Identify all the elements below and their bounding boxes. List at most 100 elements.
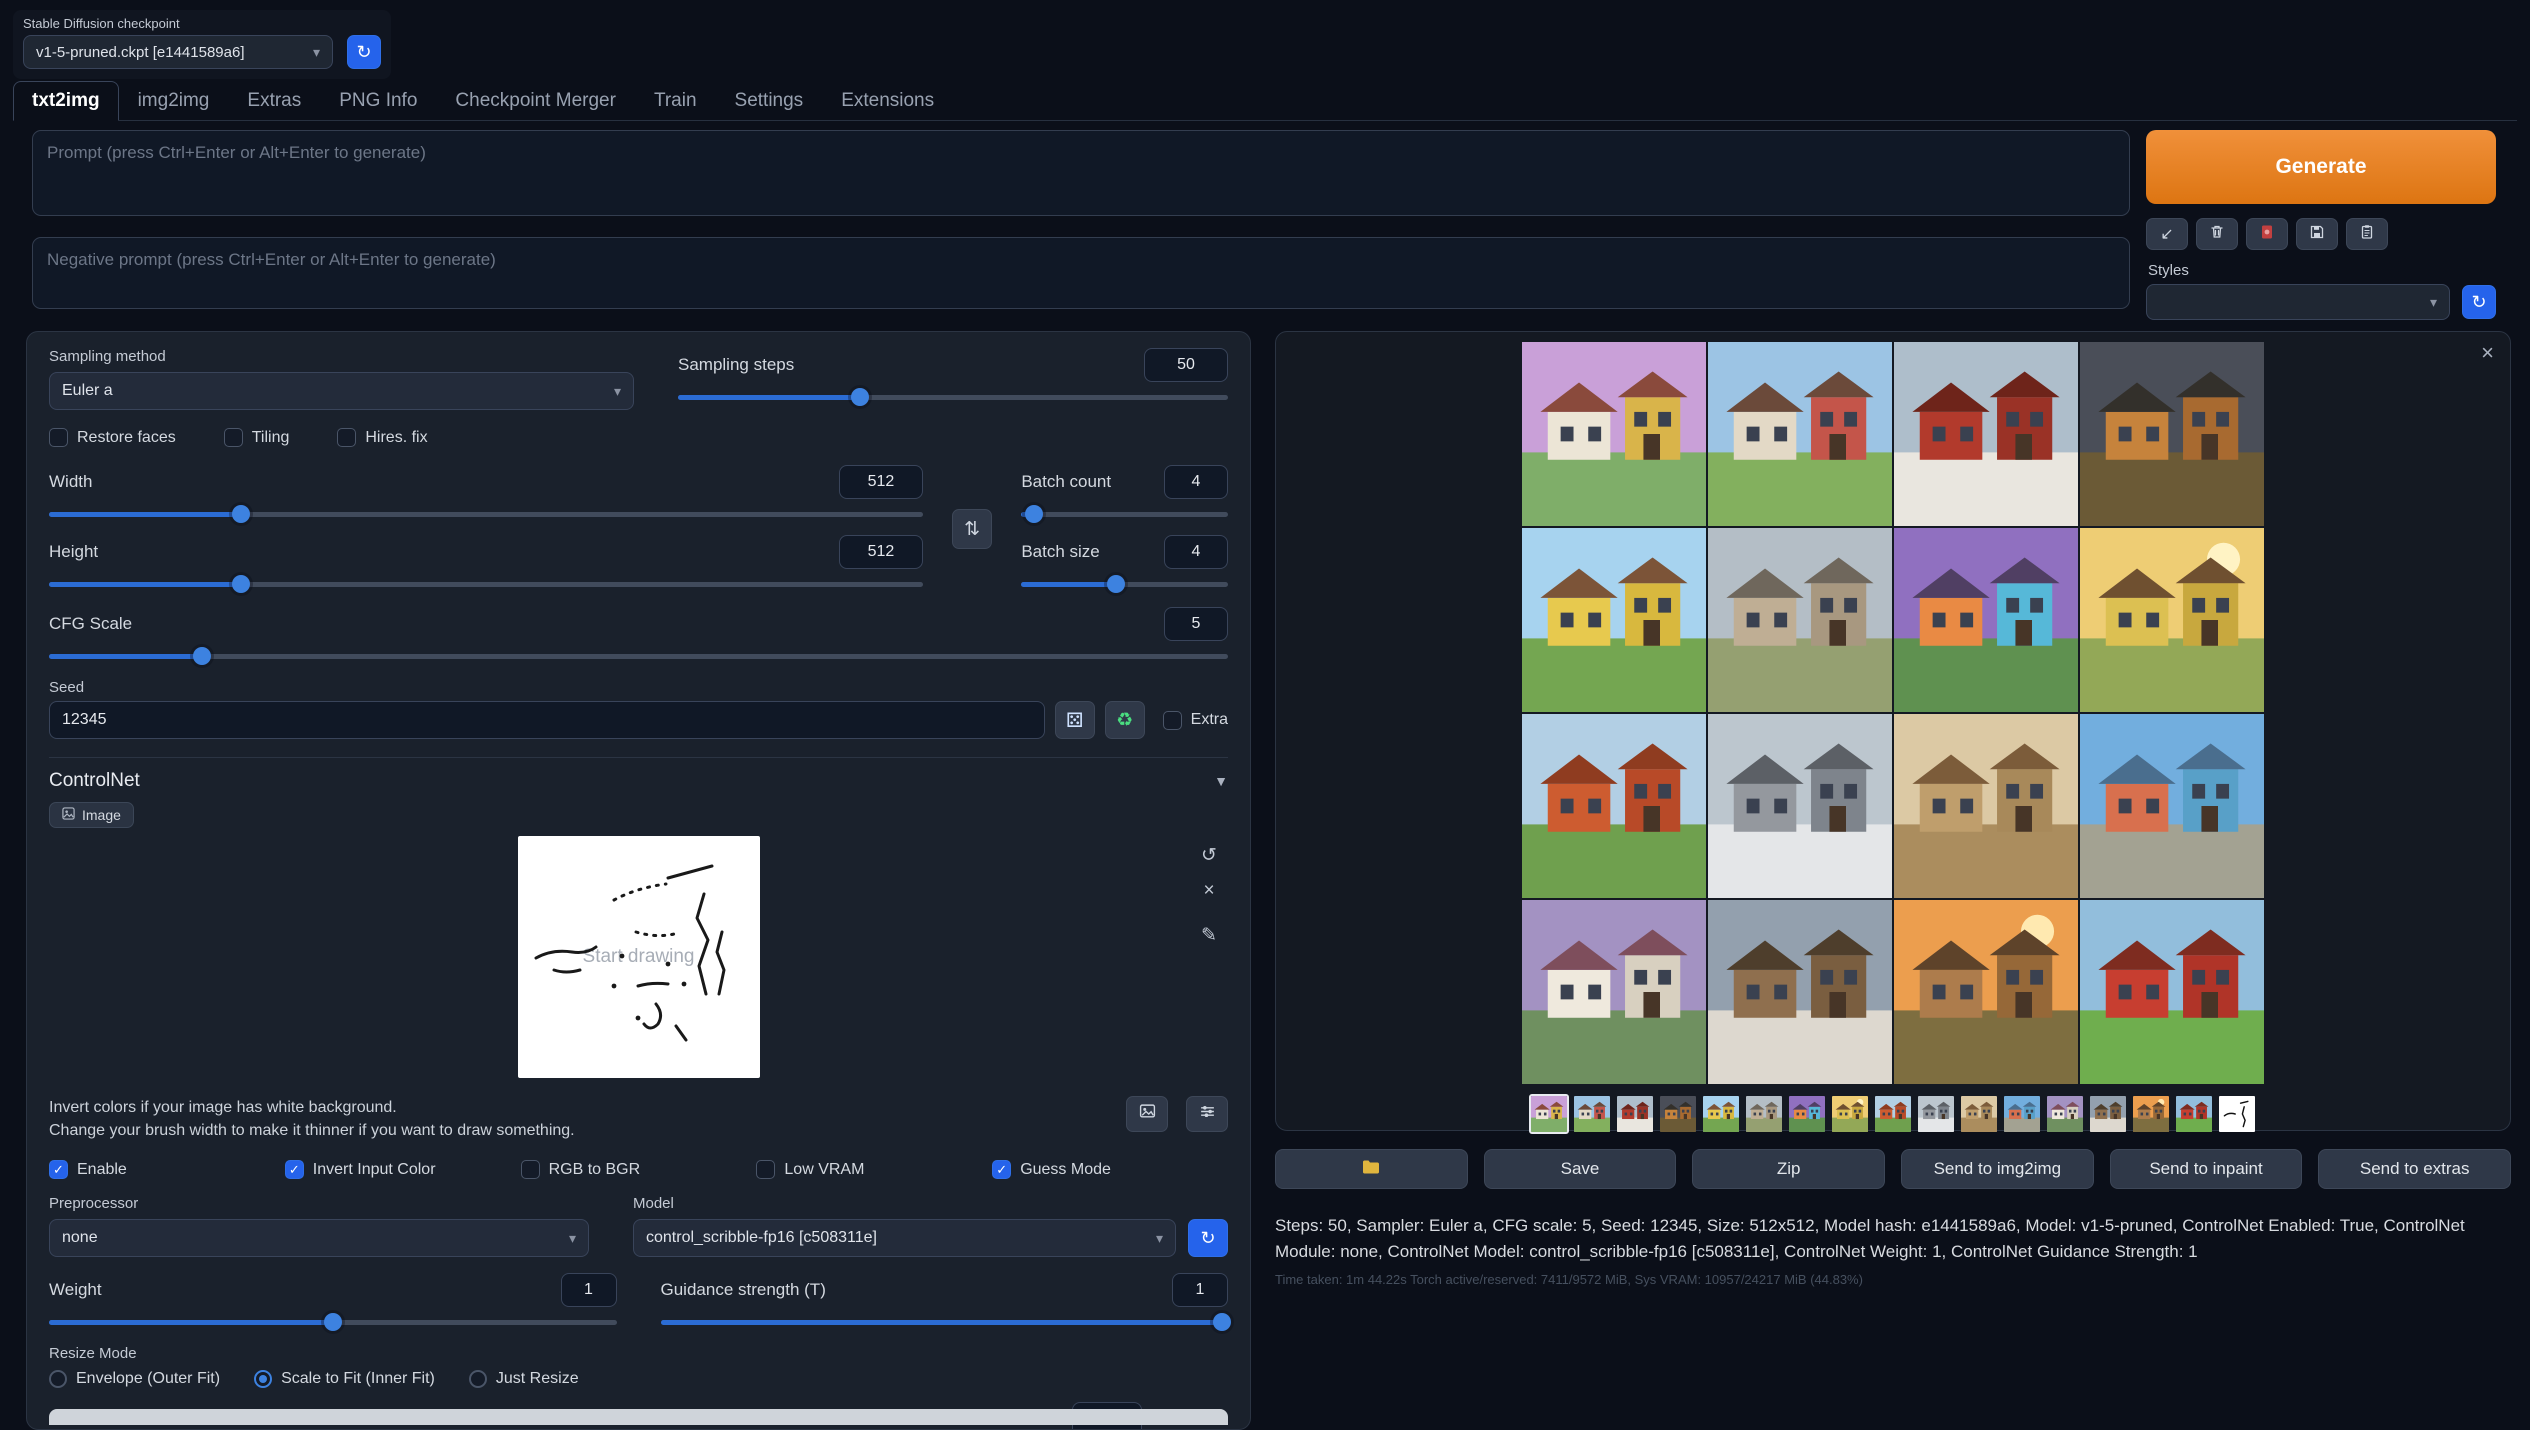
tab-img2img[interactable]: img2img [119,81,229,121]
swap-width-height-button[interactable]: ⇅ [952,509,992,549]
checkbox-restore-faces[interactable]: Restore faces [49,428,176,447]
gallery-image[interactable] [2080,528,2264,712]
checkbox-tiling[interactable]: Tiling [224,428,290,447]
weight-slider[interactable] [49,1313,617,1331]
close-gallery-button[interactable]: × [2481,340,2494,366]
guidance-strength-slider[interactable] [661,1313,1229,1331]
slider-handle[interactable] [1025,505,1043,523]
controlnet-model-dropdown[interactable]: control_scribble-fp16 [c508311e] ▾ [633,1219,1176,1257]
height-value[interactable] [839,535,923,569]
gallery-thumbnail[interactable] [1959,1094,1999,1134]
open-folder-button[interactable] [1275,1149,1468,1189]
drawing-canvas[interactable]: Start drawing [518,836,760,1078]
gallery-thumbnail-scribble[interactable] [2217,1094,2257,1134]
prompt-input[interactable] [32,130,2130,216]
gallery-thumbnail[interactable] [2131,1094,2171,1134]
random-seed-button[interactable]: ⚄ [1055,701,1095,739]
gallery-thumbnail[interactable] [1787,1094,1827,1134]
slider-handle[interactable] [1107,575,1125,593]
radio-scale-to-fit-inner-fit[interactable]: Scale to Fit (Inner Fit) [254,1370,435,1388]
canvas-settings-button[interactable] [1186,1096,1228,1132]
send-to-img2img-button[interactable]: Send to img2img [1901,1149,2094,1189]
gallery-thumbnail[interactable] [1916,1094,1956,1134]
styles-dropdown[interactable]: ▾ [2146,284,2450,320]
seed-input[interactable] [49,701,1045,739]
checkbox-low-vram[interactable]: Low VRAM [756,1160,992,1179]
checkbox-extra-seed[interactable]: Extra [1163,711,1228,730]
slider-handle[interactable] [232,575,250,593]
gallery-image[interactable] [2080,900,2264,1084]
gallery-thumbnail[interactable] [1830,1094,1870,1134]
checkbox-enable[interactable]: Enable [49,1160,285,1179]
gallery-image[interactable] [1894,714,2078,898]
gallery-image[interactable] [1708,342,1892,526]
gallery-image[interactable] [1522,342,1706,526]
tab-txt2img[interactable]: txt2img [13,81,119,121]
gallery-image[interactable] [1708,528,1892,712]
cfg-scale-value[interactable] [1164,607,1228,641]
gallery-image[interactable] [1522,528,1706,712]
refresh-checkpoint-button[interactable]: ↻ [347,35,381,69]
clear-prompt-button[interactable] [2196,218,2238,250]
batch-count-value[interactable] [1164,465,1228,499]
tab-png-info[interactable]: PNG Info [320,81,436,121]
weight-value[interactable] [561,1273,617,1307]
batch-size-slider[interactable] [1021,575,1228,593]
tab-checkpoint-merger[interactable]: Checkpoint Merger [436,81,635,121]
radio-just-resize[interactable]: Just Resize [469,1370,579,1388]
gallery-thumbnail[interactable] [1744,1094,1784,1134]
radio-envelope-outer-fit[interactable]: Envelope (Outer Fit) [49,1370,220,1388]
gallery-thumbnail[interactable] [1572,1094,1612,1134]
gallery-image[interactable] [2080,714,2264,898]
slider-handle[interactable] [193,647,211,665]
gallery-image[interactable] [1894,528,2078,712]
generate-button[interactable]: Generate [2146,130,2496,204]
refresh-styles-button[interactable]: ↻ [2462,285,2496,319]
checkbox-invert-input-color[interactable]: Invert Input Color [285,1160,521,1179]
refresh-models-button[interactable]: ↻ [1188,1219,1228,1257]
slider-handle[interactable] [232,505,250,523]
save-button[interactable]: Save [1484,1149,1677,1189]
checkbox-rgb-to-bgr[interactable]: RGB to BGR [521,1160,757,1179]
sampling-steps-value[interactable] [1144,348,1228,382]
reuse-seed-button[interactable]: ♻ [1105,701,1145,739]
slider-handle[interactable] [1213,1313,1231,1331]
gallery-thumbnail[interactable] [1701,1094,1741,1134]
batch-size-value[interactable] [1164,535,1228,569]
batch-count-slider[interactable] [1021,505,1228,523]
script-dropdown-bar[interactable] [49,1409,1228,1425]
gallery-thumbnail[interactable] [1658,1094,1698,1134]
brush-icon[interactable]: ✎ [1196,922,1222,948]
width-value[interactable] [839,465,923,499]
gallery-image[interactable] [2080,342,2264,526]
extra-networks-button[interactable] [2246,218,2288,250]
save-style-button[interactable] [2296,218,2338,250]
gallery-image[interactable] [1894,900,2078,1084]
apply-style-button[interactable] [2346,218,2388,250]
gallery-thumbnail[interactable] [1873,1094,1913,1134]
height-slider[interactable] [49,575,923,593]
tab-settings[interactable]: Settings [716,81,823,121]
checkpoint-dropdown[interactable]: v1-5-pruned.ckpt [e1441589a6] ▾ [23,35,333,69]
clear-canvas-icon[interactable]: × [1196,878,1222,904]
zip-button[interactable]: Zip [1692,1149,1885,1189]
sampling-method-dropdown[interactable]: Euler a ▾ [49,372,634,410]
gallery-thumbnail[interactable] [2045,1094,2085,1134]
checkbox-guess-mode[interactable]: Guess Mode [992,1160,1228,1179]
gallery-thumbnail[interactable] [1529,1094,1569,1134]
send-to-inpaint-button[interactable]: Send to inpaint [2110,1149,2303,1189]
gallery-image[interactable] [1894,342,2078,526]
gallery-image[interactable] [1522,900,1706,1084]
gallery-thumbnail[interactable] [1615,1094,1655,1134]
controlnet-image-tab[interactable]: Image [49,802,134,828]
gallery-thumbnail[interactable] [2002,1094,2042,1134]
tab-train[interactable]: Train [635,81,716,121]
slider-handle[interactable] [324,1313,342,1331]
controlnet-accordion-header[interactable]: ControlNet ▼ [49,770,1228,792]
send-to-extras-button[interactable]: Send to extras [2318,1149,2511,1189]
tab-extensions[interactable]: Extensions [822,81,953,121]
gallery-image[interactable] [1708,900,1892,1084]
gallery-image[interactable] [1522,714,1706,898]
tab-extras[interactable]: Extras [228,81,320,121]
preprocessor-dropdown[interactable]: none ▾ [49,1219,589,1257]
